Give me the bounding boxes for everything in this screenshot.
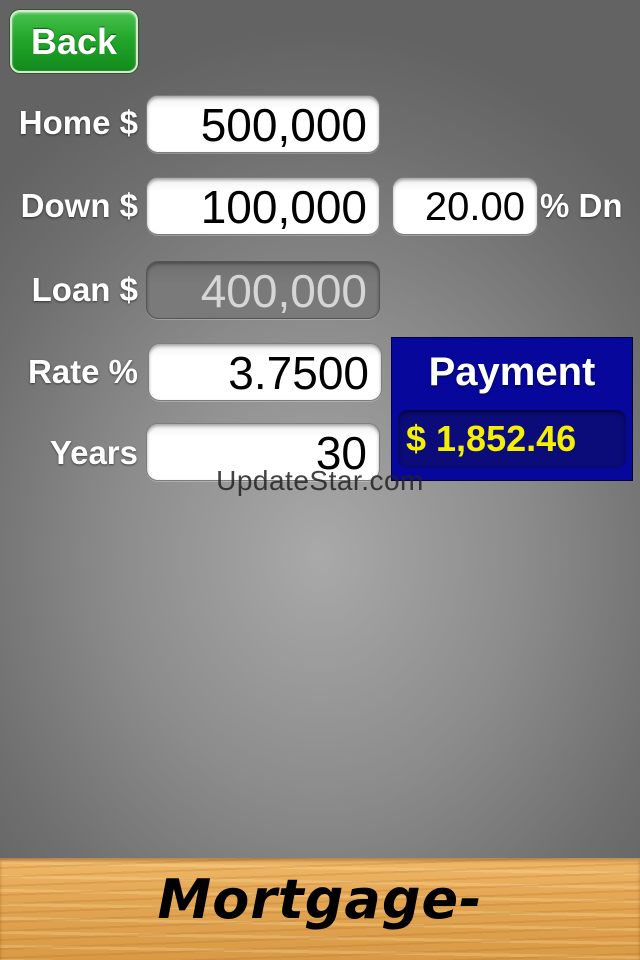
back-button[interactable]: Back: [10, 10, 138, 73]
payment-value: $ 1,852.46: [398, 410, 626, 468]
loan-amount-field: 400,000: [146, 261, 380, 319]
interest-rate-input[interactable]: 3.7500: [148, 343, 382, 401]
rate-label: Rate %: [27, 353, 138, 390]
payment-title: Payment: [428, 350, 596, 394]
down-percent-label: % Dn: [540, 187, 623, 224]
loan-label: Loan $: [31, 271, 138, 308]
down-payment-input[interactable]: 100,000: [146, 177, 380, 235]
payment-panel: Payment $ 1,852.46: [392, 338, 632, 480]
down-percent-input[interactable]: 20.00: [392, 177, 538, 235]
home-price-input[interactable]: 500,000: [146, 95, 380, 153]
watermark: UpdateStar.com: [216, 465, 424, 496]
footer-title: Mortgage-: [157, 868, 483, 931]
home-label: Home $: [18, 104, 138, 141]
down-label: Down $: [20, 187, 138, 224]
